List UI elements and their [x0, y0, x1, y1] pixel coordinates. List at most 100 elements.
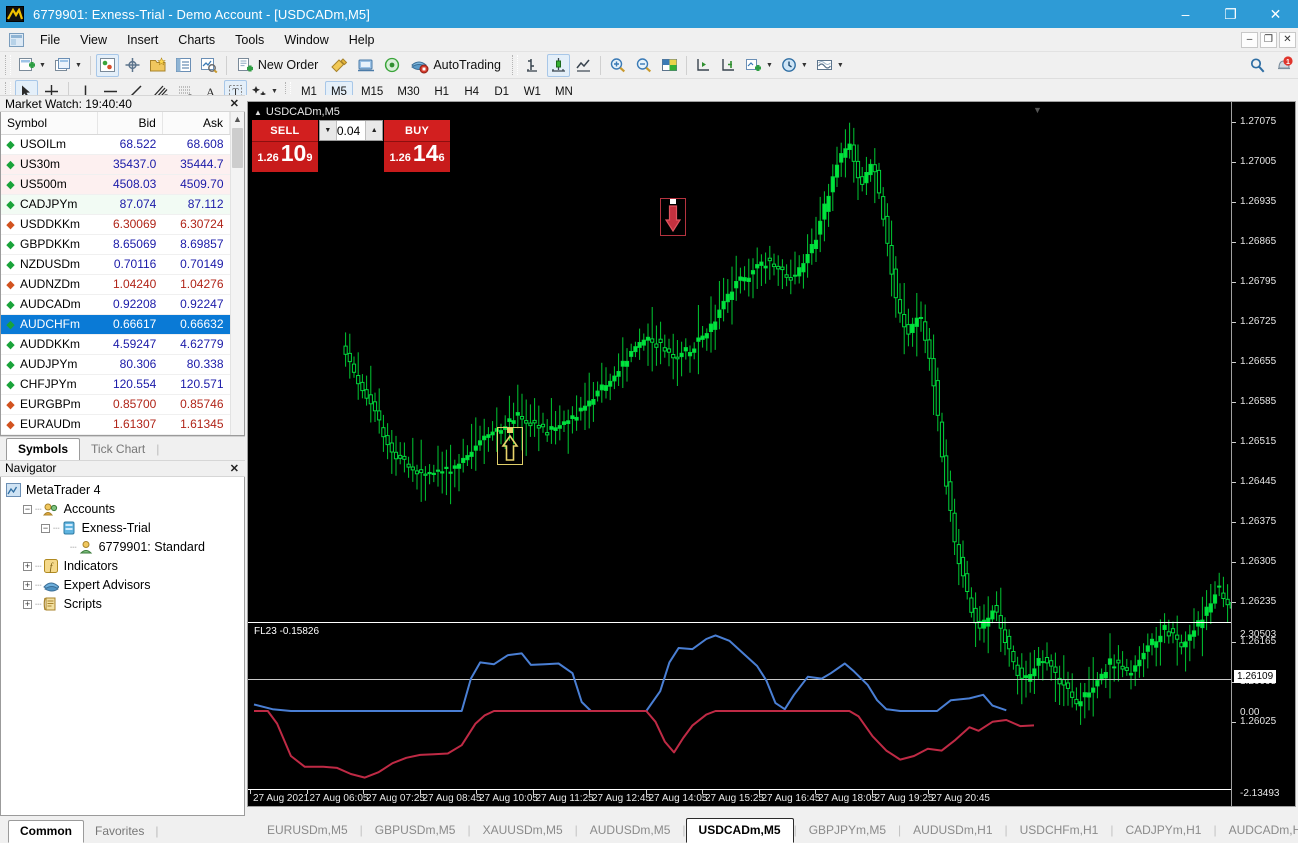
signals-button[interactable] [380, 54, 404, 77]
tab-common[interactable]: Common [8, 820, 84, 843]
auto-scroll-button[interactable] [692, 54, 715, 77]
tree-node-scripts[interactable]: + ┄ Scripts [5, 595, 244, 614]
table-row[interactable]: ◆ USDDKKm 6.30069 6.30724 [1, 214, 230, 235]
terminal-button[interactable] [172, 54, 195, 77]
new-chart-button[interactable]: ▼ [15, 54, 49, 77]
tree-toggle[interactable]: − [23, 504, 32, 514]
tree-node-expert-advisors[interactable]: + ┄ Expert Advisors [5, 576, 244, 595]
templates-button[interactable]: ▼ [813, 54, 847, 77]
price-scale[interactable]: 1.27075 1.27005 1.26935 1.26865 1.26795 1.267… [1232, 101, 1296, 807]
mdi-close-button[interactable]: ✕ [1279, 31, 1296, 48]
chart-tab-audusdm-m5[interactable]: AUDUSDm,M5 [578, 819, 683, 842]
column-header-bid[interactable]: Bid [97, 112, 163, 135]
market-watch-scrollbar[interactable]: ▲ [230, 112, 244, 435]
data-window-button[interactable] [121, 54, 144, 77]
candlestick-chart-button[interactable] [546, 53, 570, 77]
chart-tab-xauusdm-m5[interactable]: XAUUSDm,M5 [471, 819, 575, 842]
chevron-down-icon[interactable]: ▼ [75, 62, 82, 69]
menu-insert[interactable]: Insert [117, 30, 168, 50]
sell-signal-arrow[interactable] [660, 198, 686, 236]
chart-tab-audusdm-h1[interactable]: AUDUSDm,H1 [901, 819, 1004, 842]
close-icon[interactable]: ✕ [230, 462, 239, 475]
chart-tab-gbpjpym-m5[interactable]: GBPJPYm,M5 [797, 819, 898, 842]
tree-node-exness-trial[interactable]: − ┄ Exness-Trial [5, 519, 244, 538]
tree-toggle[interactable]: + [23, 561, 32, 571]
table-row[interactable]: ◆ US30m 35437.0 35444.7 [1, 154, 230, 175]
column-header-ask[interactable]: Ask [162, 112, 231, 135]
chart-shift-button[interactable] [717, 54, 740, 77]
menu-window[interactable]: Window [274, 30, 338, 50]
chart-tab-eurusdm-m5[interactable]: EURUSDm,M5 [255, 819, 360, 842]
new-order-button[interactable]: New Order [232, 54, 325, 77]
zoom-in-button[interactable] [606, 54, 630, 77]
chevron-down-icon[interactable]: ▼ [39, 62, 46, 69]
menu-view[interactable]: View [70, 30, 117, 50]
tree-toggle[interactable]: + [23, 599, 32, 609]
bar-chart-button[interactable] [522, 54, 545, 77]
navigator-button[interactable] [146, 54, 170, 77]
table-row[interactable]: ◆ AUDNZDm 1.04240 1.04276 [1, 274, 230, 295]
table-row[interactable]: ◆ GBPDKKm 8.65069 8.69857 [1, 234, 230, 255]
volume-increment-button[interactable]: ▲ [365, 121, 383, 140]
chart-tab-gbpusdm-m5[interactable]: GBPUSDm,M5 [363, 819, 468, 842]
menu-charts[interactable]: Charts [168, 30, 225, 50]
table-row[interactable]: ◆ USOILm 68.522 68.608 [1, 134, 230, 155]
chart-tab-audcadm-h1[interactable]: AUDCADm,H1 [1217, 819, 1298, 842]
collapse-triangle-icon[interactable]: ▲ [254, 108, 262, 117]
notification-bell-icon[interactable]: 1 [1272, 54, 1297, 77]
toolbar-grip[interactable] [5, 55, 11, 75]
volume-stepper[interactable]: ▼ 0.04 ▲ [318, 120, 384, 141]
zoom-out-button[interactable] [632, 54, 656, 77]
table-row[interactable]: ◆ EURGBPm 0.85700 0.85746 [1, 394, 230, 415]
mql5-community-button[interactable] [354, 54, 378, 77]
grid-button[interactable] [658, 54, 681, 77]
table-row[interactable]: ◆ AUDDKKm 4.59247 4.62779 [1, 334, 230, 355]
table-row[interactable]: ◆ CHFJPYm 120.554 120.571 [1, 374, 230, 395]
tab-symbols[interactable]: Symbols [6, 437, 81, 461]
autotrading-button[interactable]: AutoTrading [406, 54, 508, 77]
table-row[interactable]: ◆ AUDJPYm 80.306 80.338 [1, 354, 230, 375]
table-row[interactable]: ◆ NZDUSDm 0.70116 0.70149 [1, 254, 230, 275]
market-watch-button[interactable] [95, 53, 119, 77]
scrollbar-thumb[interactable] [232, 128, 243, 168]
chevron-down-icon[interactable]: ▼ [271, 88, 278, 95]
table-row[interactable]: ◆ US500m 4508.03 4509.70 [1, 174, 230, 195]
buy-signal-arrow[interactable] [497, 427, 523, 465]
strategy-tester-button[interactable] [197, 54, 221, 77]
window-minimize-button[interactable]: – [1163, 0, 1208, 28]
periods-button[interactable]: ▼ [778, 54, 811, 77]
chevron-down-icon[interactable]: ▼ [801, 62, 808, 69]
chart-tab-usdcadm-m5[interactable]: USDCADm,M5 [685, 818, 794, 843]
tree-node-metatrader-4[interactable]: MetaTrader 4 [5, 481, 244, 500]
sell-button[interactable]: SELL [252, 120, 318, 141]
toolbar-grip[interactable] [511, 55, 518, 75]
tree-toggle[interactable]: + [23, 580, 32, 590]
chevron-down-icon[interactable]: ▼ [766, 62, 773, 69]
metaeditor-button[interactable] [327, 54, 352, 77]
sell-price-display[interactable]: 1.26 10 9 [252, 141, 318, 172]
table-row[interactable]: ◆ AUDCADm 0.92208 0.92247 [1, 294, 230, 315]
mdi-minimize-button[interactable]: – [1241, 31, 1258, 48]
tree-node-indicators[interactable]: + ┄ f Indicators [5, 557, 244, 576]
chevron-down-icon[interactable]: ▼ [837, 62, 844, 69]
search-icon[interactable] [1246, 54, 1270, 77]
app-menu-icon[interactable] [6, 31, 26, 49]
chart-tab-usdchfm-h1[interactable]: USDCHFm,H1 [1008, 819, 1111, 842]
window-maximize-button[interactable]: ❐ [1208, 0, 1253, 28]
window-close-button[interactable]: ✕ [1253, 0, 1298, 28]
tab-favorites[interactable]: Favorites [84, 821, 156, 842]
buy-button[interactable]: BUY [384, 120, 450, 141]
profiles-button[interactable]: ▼ [51, 54, 85, 77]
menu-help[interactable]: Help [339, 30, 385, 50]
chart-tab-cadjpym-h1[interactable]: CADJPYm,H1 [1113, 819, 1213, 842]
column-header-symbol[interactable]: Symbol [1, 112, 98, 135]
table-row[interactable]: ◆ EURAUDm 1.61307 1.61345 [1, 414, 230, 435]
menu-file[interactable]: File [30, 30, 70, 50]
tree-node-6779901-standard[interactable]: ┄ 6779901: Standard [5, 538, 244, 557]
price-chart[interactable]: ▲ USDCADm,M5 ▼ SELL 1.26 10 9 ▼ 0.04 ▲ B… [247, 101, 1232, 807]
buy-price-display[interactable]: 1.26 14 6 [384, 141, 450, 172]
volume-decrement-button[interactable]: ▼ [319, 121, 337, 140]
volume-input[interactable]: 0.04 [337, 124, 365, 138]
line-chart-button[interactable] [572, 54, 595, 77]
tab-tick-chart[interactable]: Tick Chart [80, 438, 157, 460]
